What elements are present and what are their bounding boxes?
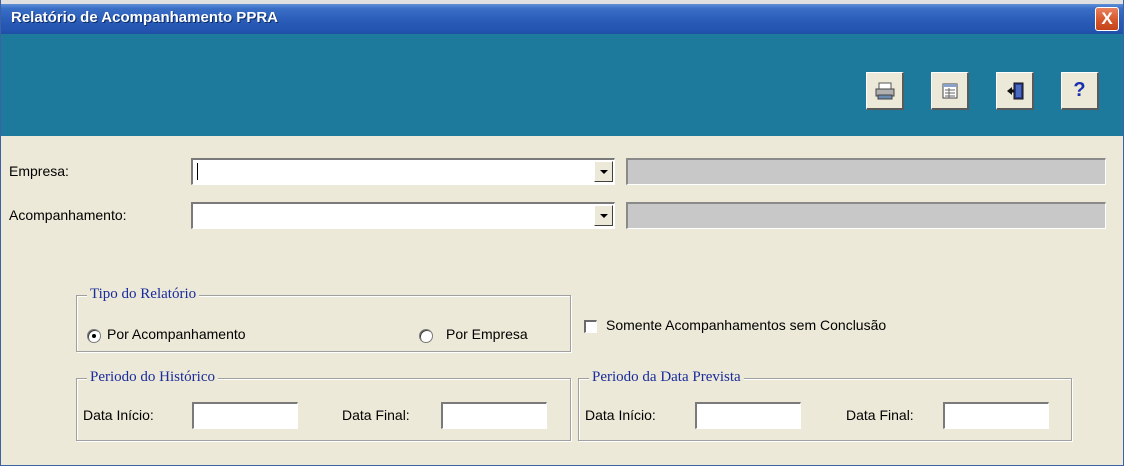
toolbar: ? bbox=[1, 34, 1123, 136]
radio-por-empresa-label[interactable]: Por Empresa bbox=[446, 326, 528, 342]
acompanhamento-label: Acompanhamento: bbox=[9, 207, 127, 223]
radio-por-empresa[interactable] bbox=[419, 329, 433, 343]
periodo-historico-group: Periodo do Histórico Data Início: Data F… bbox=[76, 369, 571, 441]
periodo-data-prevista-group: Periodo da Data Prevista Data Início: Da… bbox=[578, 369, 1072, 441]
help-icon: ? bbox=[1073, 79, 1086, 101]
title-bar[interactable]: Relatório de Acompanhamento PPRA X bbox=[1, 0, 1123, 34]
prevista-data-inicio-label: Data Início: bbox=[585, 407, 656, 423]
periodo-historico-title: Periodo do Histórico bbox=[87, 369, 218, 386]
historico-data-final-input[interactable] bbox=[441, 402, 547, 429]
close-button[interactable]: X bbox=[1095, 7, 1119, 31]
historico-data-final-label: Data Final: bbox=[342, 407, 410, 423]
empresa-label: Empresa: bbox=[9, 163, 69, 179]
prevista-data-final-label: Data Final: bbox=[846, 407, 914, 423]
print-button[interactable] bbox=[866, 72, 904, 110]
radio-por-acompanhamento[interactable] bbox=[87, 329, 101, 343]
acompanhamento-dropdown-button[interactable] bbox=[594, 205, 613, 226]
acompanhamento-combo[interactable] bbox=[191, 202, 615, 229]
report-preview-icon bbox=[942, 83, 958, 99]
empresa-dropdown-button[interactable] bbox=[594, 161, 613, 182]
exit-button[interactable] bbox=[996, 72, 1034, 110]
help-button[interactable]: ? bbox=[1061, 72, 1099, 110]
exit-door-icon bbox=[1005, 81, 1025, 101]
preview-button[interactable] bbox=[931, 72, 969, 110]
filter-form: Empresa: Acompanhamento: Tipo do Relatór… bbox=[1, 136, 1123, 465]
empresa-description-field bbox=[626, 158, 1106, 185]
empresa-combo[interactable] bbox=[191, 158, 615, 185]
window-title: Relatório de Acompanhamento PPRA bbox=[11, 9, 278, 26]
prevista-data-final-input[interactable] bbox=[943, 402, 1049, 429]
historico-data-inicio-input[interactable] bbox=[192, 402, 298, 429]
acompanhamento-description-field bbox=[626, 202, 1106, 229]
tipo-relatorio-group: Tipo do Relatório Por Acompanhamento Por… bbox=[76, 286, 571, 352]
printer-icon bbox=[875, 82, 895, 100]
tipo-relatorio-title: Tipo do Relatório bbox=[87, 286, 200, 303]
radio-por-acompanhamento-label[interactable]: Por Acompanhamento bbox=[107, 326, 246, 342]
somente-sem-conclusao-label[interactable]: Somente Acompanhamentos sem Conclusão bbox=[606, 317, 886, 333]
text-caret bbox=[197, 163, 198, 180]
historico-data-inicio-label: Data Início: bbox=[83, 407, 154, 423]
report-window: Relatório de Acompanhamento PPRA X ? Emp… bbox=[0, 0, 1124, 466]
prevista-data-inicio-input[interactable] bbox=[695, 402, 801, 429]
somente-sem-conclusao-checkbox[interactable] bbox=[584, 320, 597, 333]
periodo-data-prevista-title: Periodo da Data Prevista bbox=[589, 369, 744, 386]
